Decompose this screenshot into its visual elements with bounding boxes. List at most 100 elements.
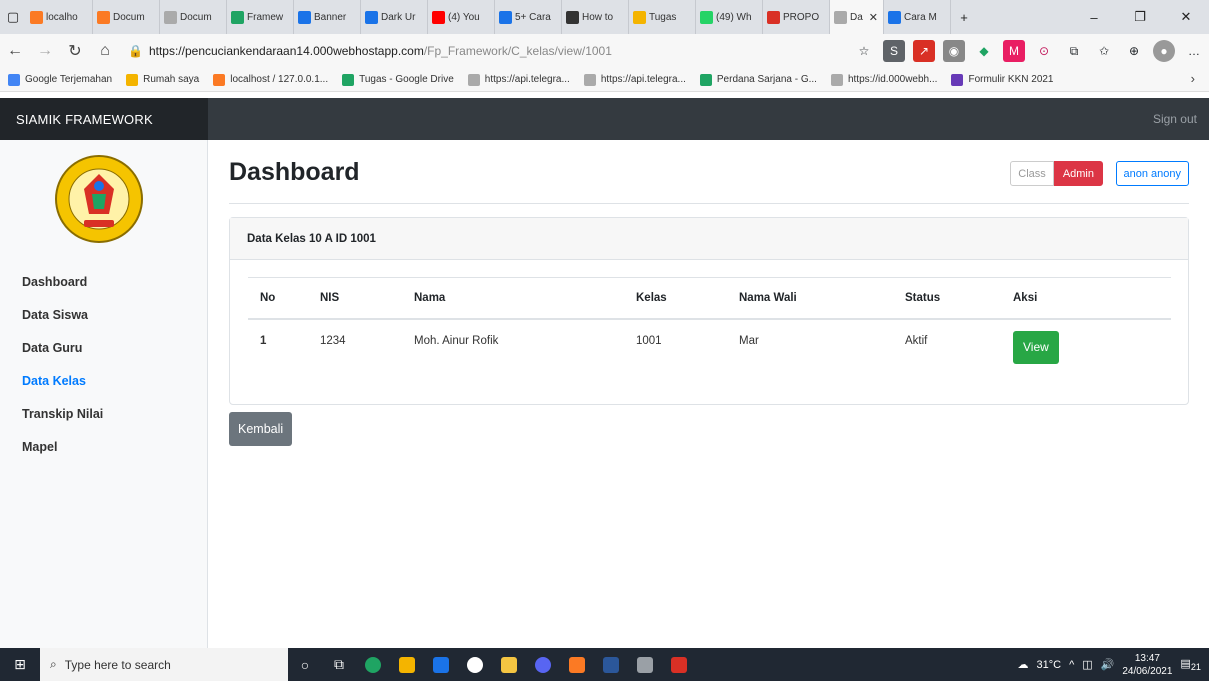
sidebar-item-data-siswa[interactable]: Data Siswa (0, 299, 208, 332)
class-role-button[interactable]: Class (1010, 161, 1054, 186)
extension-s-icon[interactable]: S (883, 40, 905, 62)
mail-icon[interactable] (424, 648, 458, 681)
bookmark-item[interactable]: Google Terjemahan (8, 73, 113, 86)
bookmark-label: Google Terjemahan (25, 74, 113, 85)
sidebar-item-dashboard[interactable]: Dashboard (0, 266, 208, 299)
close-window-icon[interactable]: ✕ (1163, 0, 1209, 34)
collections-icon[interactable]: ⊕ (1123, 40, 1145, 62)
user-button[interactable]: anon anony (1115, 161, 1189, 186)
browser-tab[interactable]: Cara M (884, 0, 951, 34)
browser-tab[interactable]: Framew (227, 0, 294, 34)
bookmark-item[interactable]: Rumah saya (126, 73, 199, 86)
column-header: No (248, 277, 308, 320)
browser-tab[interactable]: Docum (93, 0, 160, 34)
volume-icon[interactable]: 🔊 (1101, 658, 1115, 671)
clock[interactable]: 13:47 24/06/2021 (1122, 652, 1172, 678)
bookmark-item[interactable]: https://id.000webh... (830, 73, 937, 86)
weather-temp[interactable]: 31°C (1036, 659, 1061, 671)
browser-tab[interactable]: Da ✕ (830, 0, 884, 34)
restore-icon[interactable]: ❐ (1117, 0, 1163, 34)
bookmark-item[interactable]: Tugas - Google Drive (342, 73, 454, 86)
url-host: https://pencuciankendaraan14.000webhosta… (148, 44, 424, 58)
word-icon[interactable] (594, 648, 628, 681)
new-tab-button[interactable]: + (951, 0, 977, 34)
brand[interactable]: SIAMIK FRAMEWORK (0, 98, 208, 140)
tab-label: 5+ Cara (515, 11, 551, 23)
task-view-icon[interactable]: ⧉ (322, 648, 356, 681)
back-button[interactable]: Kembali (229, 412, 293, 446)
more-icon[interactable]: … (1183, 40, 1205, 62)
extension-leaf-icon[interactable]: ◆ (973, 40, 995, 62)
taskbar-search[interactable]: ⌕ Type here to search (40, 648, 288, 681)
read-aloud-icon[interactable]: ☆ (853, 40, 875, 62)
notifications-icon[interactable]: ▤21 (1180, 657, 1201, 672)
windows-start-icon[interactable]: ⊞ (0, 648, 40, 681)
column-header: Aksi (1001, 277, 1171, 320)
app-red-icon[interactable] (662, 648, 696, 681)
browser-tab[interactable]: PROPO (763, 0, 830, 34)
bookmark-icon (213, 73, 226, 86)
bookmark-label: Formulir KKN 2021 (968, 74, 1054, 85)
profile-icon[interactable]: ● (1153, 40, 1175, 62)
discord-icon[interactable] (526, 648, 560, 681)
edge-icon[interactable] (356, 648, 390, 681)
browser-tab[interactable]: Docum (160, 0, 227, 34)
cortana-icon[interactable]: ○ (288, 648, 322, 681)
extension-red-icon[interactable]: ↗ (913, 40, 935, 62)
tab-favicon-icon (97, 10, 110, 24)
cell-kelas: 1001 (636, 334, 662, 347)
tray-chevron-icon[interactable]: ^ (1069, 659, 1074, 671)
tab-label: Banner (314, 11, 347, 23)
file-explorer-icon[interactable] (492, 648, 526, 681)
browser-tab[interactable]: How to (562, 0, 629, 34)
browser-tab[interactable]: 5+ Cara (495, 0, 562, 34)
bookmark-item[interactable]: Formulir KKN 2021 (951, 73, 1054, 86)
header-divider (229, 203, 1189, 204)
network-icon[interactable]: ◫ (1082, 658, 1092, 671)
bookmark-label: Tugas - Google Drive (359, 74, 454, 85)
browser-tab[interactable]: (4) You (428, 0, 495, 34)
view-button[interactable]: View (1013, 330, 1059, 364)
bookmark-item[interactable]: https://api.telegra... (467, 73, 570, 86)
search-placeholder: Type here to search (64, 657, 171, 672)
bookmark-icon (8, 73, 20, 86)
admin-role-button[interactable]: Admin (1053, 161, 1103, 186)
back-icon[interactable]: ← (0, 36, 30, 66)
tab-label: Cara M (904, 11, 937, 23)
sidebar-item-data-kelas[interactable]: Data Kelas (0, 365, 208, 398)
close-tab-icon[interactable]: ✕ (869, 11, 878, 24)
home-icon[interactable]: ⌂ (90, 36, 120, 66)
browser-tab[interactable]: localho (26, 0, 93, 34)
bookmark-item[interactable]: Perdana Sarjana - G... (699, 73, 817, 86)
store-icon[interactable] (390, 648, 424, 681)
sidebar-item-data-guru[interactable]: Data Guru (0, 332, 208, 365)
signout-link[interactable]: Sign out (1153, 98, 1197, 140)
xampp-icon[interactable] (560, 648, 594, 681)
favorites-icon[interactable]: ✩ (1093, 40, 1115, 62)
extension-record-icon[interactable]: ⊙ (1033, 40, 1055, 62)
sidebar-item-mapel[interactable]: Mapel (0, 431, 208, 464)
extension-m-icon[interactable]: M (1003, 40, 1025, 62)
extension-grey-icon[interactable]: ◉ (943, 40, 965, 62)
app-circle-icon[interactable] (458, 648, 492, 681)
browser-tab[interactable]: Tugas (629, 0, 696, 34)
bookmark-item[interactable]: https://api.telegra... (583, 73, 686, 86)
weather-icon[interactable]: ☁ (1017, 658, 1028, 671)
extensions-icon[interactable]: ⧉ (1063, 40, 1085, 62)
tab-actions-icon[interactable]: ▢ (0, 0, 26, 34)
minimize-icon[interactable]: – (1071, 0, 1117, 34)
column-header: NIS (308, 277, 402, 320)
forward-icon[interactable]: → (30, 36, 60, 66)
tab-label: (4) You (448, 11, 480, 23)
app-grey-icon[interactable] (628, 648, 662, 681)
url-field[interactable]: 🔒 https://pencuciankendaraan14.000webhos… (128, 44, 648, 58)
browser-tab[interactable]: (49) Wh (696, 0, 763, 34)
bookmark-item[interactable]: localhost / 127.0.0.1... (213, 73, 329, 86)
browser-tab[interactable]: Dark Ur (361, 0, 428, 34)
bookmark-label: localhost / 127.0.0.1... (230, 74, 329, 85)
sidebar-item-transkip-nilai[interactable]: Transkip Nilai (0, 398, 208, 431)
lock-icon: 🔒 (128, 44, 143, 58)
bookmarks-more-icon[interactable]: › (1191, 71, 1195, 86)
reload-icon[interactable]: ↻ (60, 36, 90, 66)
browser-tab[interactable]: Banner (294, 0, 361, 34)
